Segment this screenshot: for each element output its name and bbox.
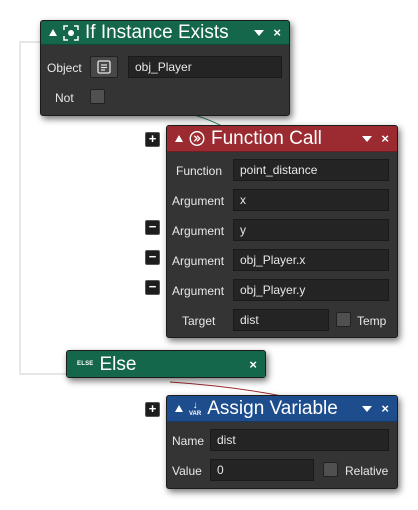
object-picker-button[interactable] bbox=[90, 56, 118, 78]
function-call-header[interactable]: Function Call × bbox=[167, 126, 397, 152]
function-field[interactable]: point_distance bbox=[233, 159, 389, 181]
function-call-block[interactable]: Function Call × Function point_distance … bbox=[166, 125, 398, 338]
argument-label: Argument bbox=[172, 224, 225, 238]
target-field[interactable]: dist bbox=[233, 309, 329, 331]
value-label: Value bbox=[172, 464, 202, 478]
name-field[interactable]: dist bbox=[210, 429, 389, 451]
block-menu-dropdown[interactable] bbox=[254, 29, 265, 36]
close-icon[interactable]: × bbox=[249, 358, 257, 371]
close-icon[interactable]: × bbox=[381, 402, 389, 415]
expand-plus-button[interactable]: + bbox=[145, 132, 160, 147]
argument-label: Argument bbox=[172, 254, 225, 268]
object-field[interactable]: obj_Player bbox=[128, 56, 282, 78]
object-icon bbox=[97, 60, 111, 74]
relative-label: Relative bbox=[345, 464, 389, 478]
collapse-arrow-icon[interactable] bbox=[175, 135, 183, 142]
remove-argument-button[interactable]: − bbox=[145, 280, 160, 295]
argument-field[interactable]: y bbox=[233, 219, 389, 241]
if-instance-exists-block[interactable]: If Instance Exists × Object obj_Player N… bbox=[40, 20, 290, 116]
close-icon[interactable]: × bbox=[381, 132, 389, 145]
temp-label: Temp bbox=[357, 314, 387, 328]
block-title: If Instance Exists bbox=[85, 22, 229, 43]
assign-variable-block[interactable]: ↓ VAR Assign Variable × Name dist Value … bbox=[166, 395, 398, 489]
collapse-arrow-icon[interactable] bbox=[175, 405, 183, 412]
instance-exists-icon bbox=[63, 24, 79, 41]
temp-checkbox[interactable] bbox=[336, 312, 351, 327]
argument-field[interactable]: obj_Player.y bbox=[233, 279, 389, 301]
function-call-icon bbox=[189, 131, 205, 147]
argument-label: Argument bbox=[172, 194, 225, 208]
close-icon[interactable]: × bbox=[273, 26, 281, 39]
assign-variable-header[interactable]: ↓ VAR Assign Variable × bbox=[167, 396, 397, 422]
name-label: Name bbox=[172, 434, 205, 448]
remove-argument-button[interactable]: − bbox=[145, 250, 160, 265]
remove-argument-button[interactable]: − bbox=[145, 220, 160, 235]
block-menu-dropdown[interactable] bbox=[362, 135, 373, 142]
value-field[interactable]: 0 bbox=[210, 459, 314, 481]
target-label: Target bbox=[182, 314, 216, 328]
block-title: Function Call bbox=[211, 128, 322, 149]
expand-plus-button[interactable]: + bbox=[145, 402, 160, 417]
collapse-arrow-icon[interactable] bbox=[49, 29, 57, 36]
block-title: Else bbox=[99, 353, 137, 375]
argument-field[interactable]: obj_Player.x bbox=[233, 249, 389, 271]
object-label: Object bbox=[47, 61, 82, 75]
block-title: Assign Variable bbox=[207, 398, 338, 419]
if-instance-exists-header[interactable]: If Instance Exists × bbox=[41, 21, 289, 45]
else-block[interactable]: ELSE Else × bbox=[66, 350, 266, 378]
not-label: Not bbox=[55, 91, 74, 105]
block-menu-dropdown[interactable] bbox=[362, 405, 373, 412]
argument-label: Argument bbox=[172, 284, 225, 298]
else-header[interactable]: ELSE Else × bbox=[67, 351, 265, 377]
argument-field[interactable]: x bbox=[233, 189, 389, 211]
not-checkbox[interactable] bbox=[90, 89, 105, 104]
relative-checkbox[interactable] bbox=[323, 462, 338, 477]
function-label: Function bbox=[176, 164, 223, 178]
else-icon: ELSE bbox=[77, 361, 94, 367]
assign-variable-icon: ↓ VAR bbox=[189, 399, 202, 417]
